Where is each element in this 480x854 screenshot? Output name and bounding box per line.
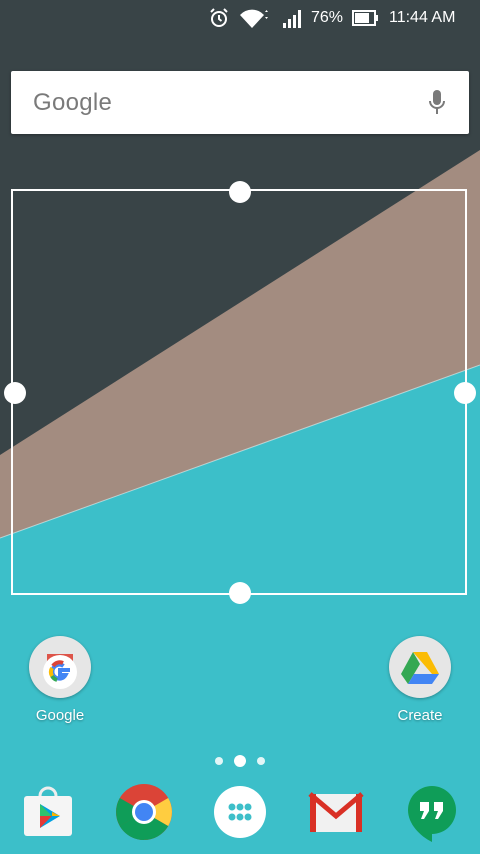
google-logo: Google <box>33 88 113 116</box>
resize-handle-right[interactable] <box>454 382 476 404</box>
page-dot-2-current <box>234 755 246 767</box>
google-icon[interactable] <box>29 636 91 698</box>
widget-resize-frame[interactable] <box>11 189 467 595</box>
battery-percent: 76% <box>311 9 344 26</box>
hangouts-icon[interactable] <box>402 782 462 842</box>
signal-icon <box>282 0 306 36</box>
app-drawer-icon[interactable] <box>210 782 270 842</box>
gmail-icon[interactable] <box>306 782 366 842</box>
battery-icon <box>352 0 380 36</box>
app-label-create: Create <box>397 707 443 724</box>
status-bar: 76% 11:44 AM <box>0 0 480 36</box>
mic-icon[interactable] <box>427 89 447 117</box>
clock: 11:44 AM <box>389 9 456 26</box>
google-search-bar[interactable]: Google <box>11 71 469 134</box>
resize-handle-top[interactable] <box>229 181 251 203</box>
page-dot-1 <box>215 757 223 765</box>
chrome-icon[interactable] <box>114 782 174 842</box>
drive-icon[interactable] <box>389 636 451 698</box>
wifi-icon <box>238 0 268 36</box>
resize-handle-bottom[interactable] <box>229 582 251 604</box>
resize-handle-left[interactable] <box>4 382 26 404</box>
app-label-google: Google <box>35 707 85 724</box>
alarm-icon <box>207 0 231 36</box>
page-dot-3 <box>257 757 265 765</box>
play-store-icon[interactable] <box>18 782 78 842</box>
